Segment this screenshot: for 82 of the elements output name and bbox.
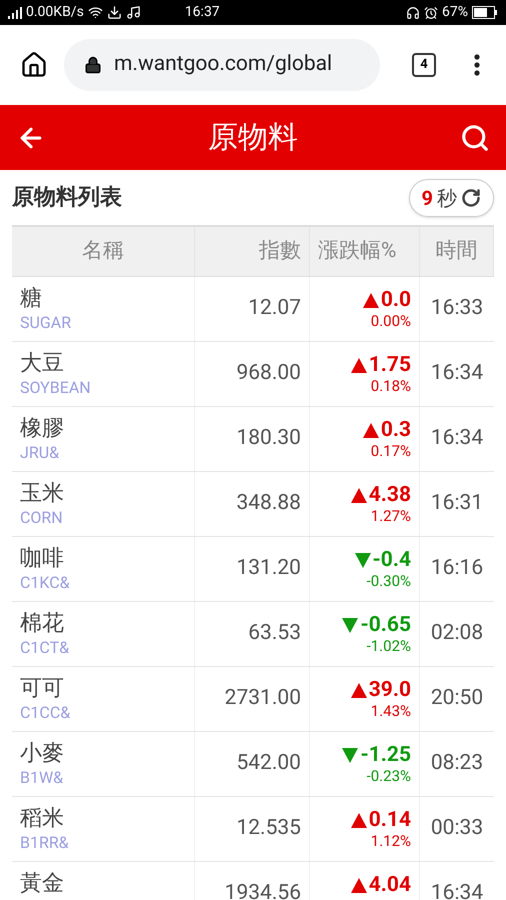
commodity-name: 小麥 bbox=[20, 740, 65, 768]
time-cell-text: 08:23 bbox=[430, 750, 484, 778]
battery-percent: 67% bbox=[442, 3, 468, 22]
change-percent: 1.43% bbox=[370, 702, 411, 720]
price-cell-text: 180.30 bbox=[236, 425, 301, 452]
column-header: 名稱 bbox=[12, 227, 195, 276]
section-title: 原物料列表 bbox=[12, 184, 122, 212]
time-cell-text: 16:33 bbox=[430, 295, 484, 322]
price-cell-text: 131.20 bbox=[236, 555, 301, 582]
change-percent: 0.18% bbox=[370, 377, 411, 395]
commodity-code: SOYBEAN bbox=[20, 378, 92, 398]
battery-icon bbox=[472, 6, 498, 19]
change-value: 4.04 bbox=[368, 873, 411, 897]
column-header: 指數 bbox=[195, 227, 310, 276]
commodity-name: 咖啡 bbox=[20, 545, 65, 573]
network-speed: 0.00KB/s bbox=[26, 3, 84, 22]
address-bar[interactable]: m.wantgoo.com/global bbox=[64, 39, 380, 91]
change-percent: -0.23% bbox=[366, 767, 411, 785]
change-percent: 1.27% bbox=[370, 507, 411, 525]
change-value: 1.75 bbox=[368, 353, 411, 377]
commodity-code: C1KC& bbox=[20, 573, 71, 593]
refresh-button[interactable]: 9 秒 bbox=[408, 178, 494, 216]
change-value: 0.3 bbox=[380, 418, 411, 442]
change-percent: -1.02% bbox=[366, 637, 411, 655]
price-cell-text: 12.07 bbox=[248, 295, 301, 322]
commodity-code: C1CT& bbox=[20, 638, 70, 658]
commodity-name: 黃金 bbox=[20, 870, 65, 898]
commodity-code: SUGAR bbox=[20, 313, 72, 333]
change-percent: 1.12% bbox=[370, 832, 411, 850]
commodity-name: 可可 bbox=[20, 675, 65, 703]
time-cell-text: 16:34 bbox=[430, 360, 484, 388]
headphones-icon bbox=[406, 6, 420, 20]
commodity-code: B1RR& bbox=[20, 833, 70, 853]
column-header: 漲跌幅% bbox=[310, 227, 420, 276]
time-cell-text: 00:33 bbox=[430, 815, 484, 842]
change-value: 4.38 bbox=[368, 483, 411, 507]
commodity-name: 稻米 bbox=[20, 805, 65, 833]
clock: 16:37 bbox=[184, 3, 220, 22]
price-cell-text: 1934.56 bbox=[224, 880, 301, 900]
change-value: 39.0 bbox=[368, 678, 411, 702]
price-cell-text: 2731.00 bbox=[224, 685, 301, 712]
download-icon bbox=[106, 5, 122, 20]
commodity-name: 糖 bbox=[20, 285, 43, 313]
change-value: 0.14 bbox=[368, 808, 411, 832]
commodity-code: CORN bbox=[20, 508, 64, 528]
commodity-name: 棉花 bbox=[20, 610, 65, 638]
change-value: -0.65 bbox=[360, 613, 411, 637]
change-percent: -0.30% bbox=[366, 572, 411, 590]
alarm-icon bbox=[424, 6, 438, 20]
change-value: -1.25 bbox=[360, 743, 411, 767]
lock-icon bbox=[84, 56, 102, 74]
more-dots-icon bbox=[474, 54, 480, 76]
url-text: m.wantgoo.com/global bbox=[114, 51, 332, 78]
time-cell-text: 02:08 bbox=[430, 620, 484, 648]
wifi-icon bbox=[88, 5, 103, 20]
price-cell-text: 63.53 bbox=[248, 620, 301, 648]
music-icon bbox=[126, 5, 141, 20]
change-percent: 0.17% bbox=[370, 442, 411, 460]
commodity-code: C1CC& bbox=[20, 703, 72, 723]
refresh-icon bbox=[461, 188, 481, 208]
commodity-name: 大豆 bbox=[20, 350, 65, 378]
commodity-name: 橡膠 bbox=[20, 415, 65, 443]
time-cell-text: 16:34 bbox=[430, 880, 484, 900]
time-cell-text: 16:34 bbox=[430, 425, 484, 452]
change-value: -0.4 bbox=[372, 548, 411, 572]
price-cell-text: 348.88 bbox=[236, 490, 301, 518]
commodity-name: 玉米 bbox=[20, 480, 65, 508]
tab-count-button[interactable]: 4 bbox=[412, 53, 436, 77]
time-cell-text: 16:16 bbox=[430, 555, 484, 582]
search-button[interactable] bbox=[460, 122, 490, 152]
signal-icon bbox=[8, 6, 22, 18]
commodity-code: JRU& bbox=[20, 443, 60, 463]
price-cell-text: 542.00 bbox=[236, 750, 301, 778]
price-cell-text: 968.00 bbox=[236, 360, 301, 388]
commodity-code: B1W& bbox=[20, 768, 64, 788]
change-percent: 0.00% bbox=[370, 312, 411, 330]
change-value: 0.0 bbox=[380, 288, 411, 312]
page-title: 原物料 bbox=[207, 119, 299, 157]
time-cell-text: 16:31 bbox=[430, 490, 484, 518]
price-cell-text: 12.535 bbox=[236, 815, 301, 842]
time-cell-text: 20:50 bbox=[430, 685, 484, 712]
column-header: 時間 bbox=[420, 227, 494, 276]
